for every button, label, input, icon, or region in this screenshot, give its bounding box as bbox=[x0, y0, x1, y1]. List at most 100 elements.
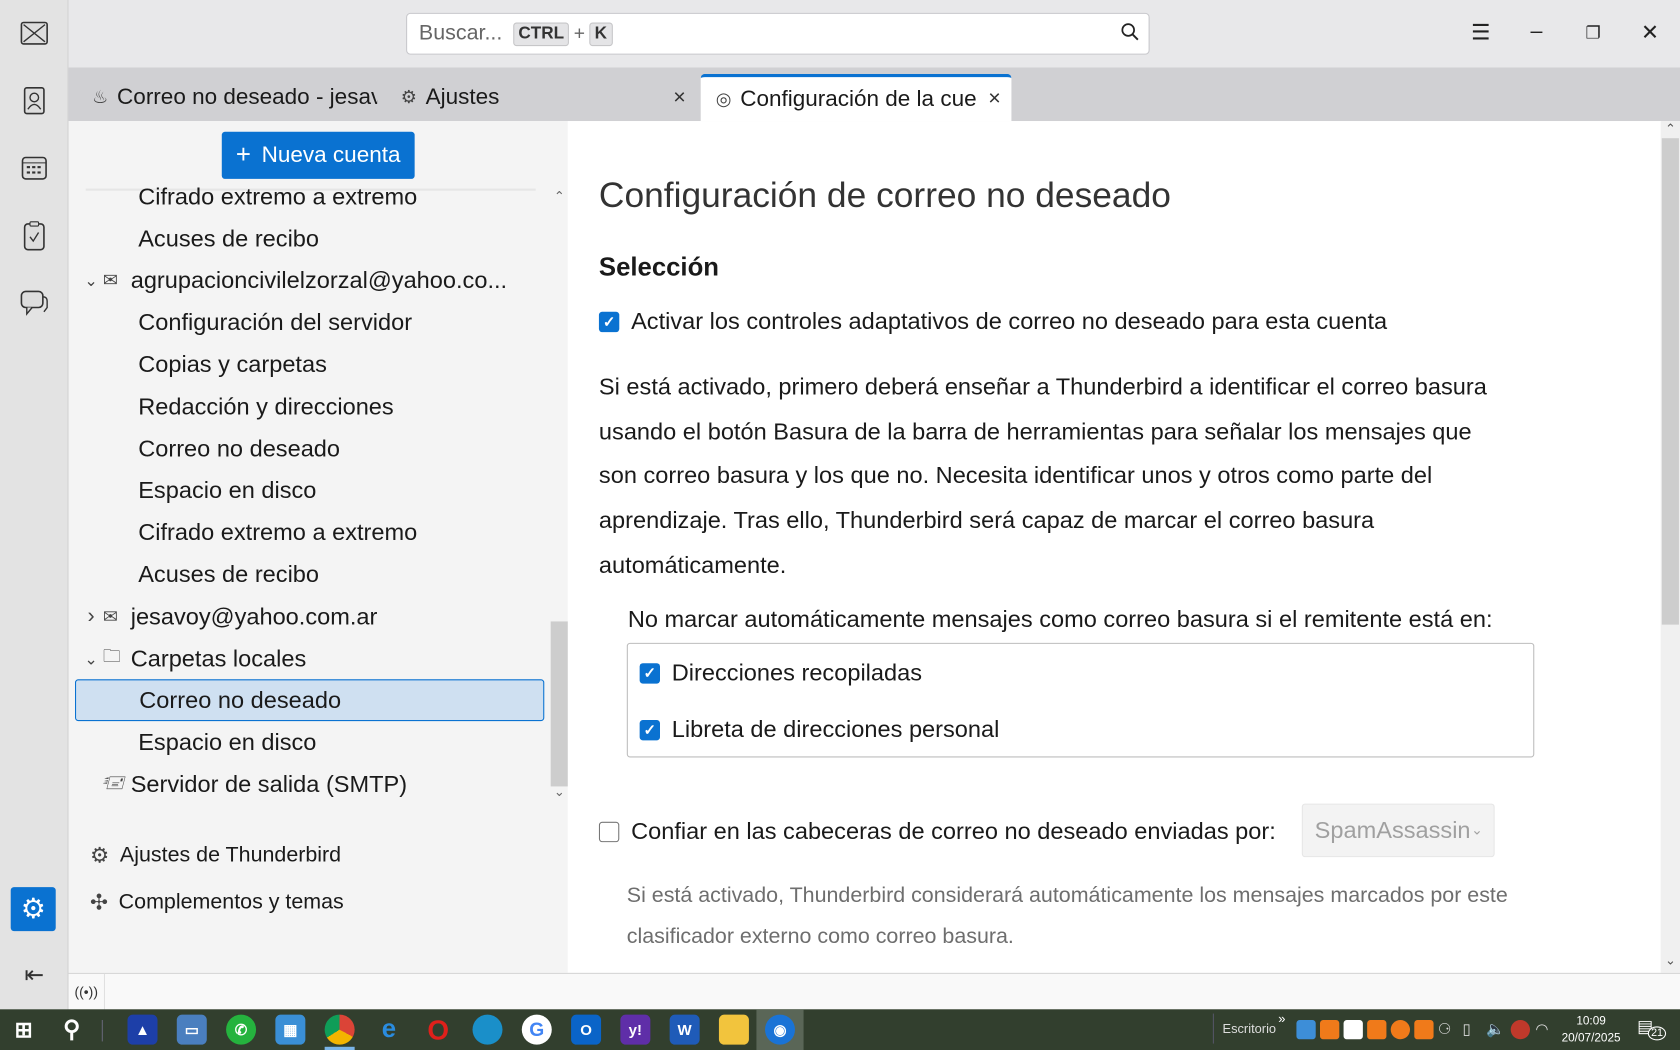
chevron-down-icon[interactable]: ⌄ bbox=[79, 271, 103, 290]
satellite-tray-icon[interactable]: ⚆ bbox=[1438, 1020, 1457, 1039]
spam-filter-select[interactable]: SpamAssassin ⌄ bbox=[1301, 803, 1495, 858]
tasks-icon[interactable] bbox=[18, 220, 50, 252]
scroll-down-icon[interactable]: ⌄ bbox=[554, 784, 565, 799]
close-tab-icon[interactable]: × bbox=[983, 86, 1001, 112]
checkbox-checked-icon[interactable]: ✓ bbox=[639, 662, 661, 684]
yahoo-app-icon[interactable]: y! bbox=[620, 1014, 651, 1045]
select-value: SpamAssassin bbox=[1314, 816, 1471, 844]
network-tray-icon[interactable] bbox=[1296, 1020, 1316, 1040]
toolbar-overflow-icon[interactable]: » bbox=[1278, 1011, 1285, 1026]
adaptive-junk-checkbox[interactable]: ✓ Activar los controles adaptativos de c… bbox=[598, 308, 1387, 336]
new-account-button[interactable]: + Nueva cuenta bbox=[221, 131, 415, 179]
plus-icon: + bbox=[235, 140, 251, 170]
vpn-tray-icon[interactable] bbox=[1320, 1020, 1340, 1040]
tree-subitem[interactable]: Correo no deseado bbox=[75, 679, 545, 722]
search-placeholder: Buscar... bbox=[418, 21, 503, 46]
whatsapp-app-icon[interactable]: ✆ bbox=[226, 1014, 257, 1045]
scanner-app-icon[interactable]: ▲ bbox=[127, 1014, 158, 1045]
tree-subitem[interactable]: Redacción y direcciones bbox=[138, 386, 394, 428]
tree-subitem[interactable]: Espacio en disco bbox=[138, 470, 316, 512]
tree-subitem[interactable]: Cifrado extremo a extremo bbox=[138, 512, 417, 554]
computer-app-icon[interactable]: ▭ bbox=[176, 1014, 207, 1045]
tree-subitem[interactable]: Acuses de recibo bbox=[138, 554, 319, 596]
addons-link[interactable]: ✣ Complementos y temas bbox=[90, 889, 344, 916]
scroll-up-icon[interactable]: ⌃ bbox=[554, 189, 565, 204]
tree-item-label: Copias y carpetas bbox=[138, 350, 327, 378]
settings-space-button[interactable]: ⚙ bbox=[10, 887, 56, 932]
main-scrollbar[interactable]: ⌃ ⌄ bbox=[1660, 121, 1680, 973]
tree-subitem[interactable]: Configuración del servidor bbox=[138, 302, 412, 344]
booster-tray-icon[interactable] bbox=[1414, 1020, 1434, 1040]
thunderbird-settings-link[interactable]: ⚙ Ajustes de Thunderbird bbox=[90, 842, 341, 869]
word-app-icon[interactable]: W bbox=[669, 1014, 700, 1045]
tab-account-settings[interactable]: ◎ Configuración de la cue × bbox=[700, 73, 1012, 122]
tree-item-label: Espacio en disco bbox=[138, 728, 317, 756]
outlook-app-icon[interactable]: O bbox=[571, 1014, 602, 1045]
scrollbar-thumb[interactable] bbox=[1661, 138, 1679, 625]
ccleaner-tray-icon[interactable] bbox=[1510, 1020, 1531, 1040]
clock[interactable]: 10:09 20/07/2025 bbox=[1559, 1013, 1623, 1047]
tab-ajustes[interactable]: ⚙ Ajustes × bbox=[386, 74, 697, 121]
tab-label: Correo no deseado - jesav bbox=[117, 84, 378, 110]
tree-item-label: Acuses de recibo bbox=[138, 560, 320, 588]
tab-junk-folder[interactable]: ♨ Correo no deseado - jesav bbox=[77, 74, 377, 121]
whitelist-collected-checkbox[interactable]: ✓ Direcciones recopiladas bbox=[639, 659, 922, 687]
checkbox-unchecked-icon[interactable] bbox=[598, 821, 620, 842]
checkbox-checked-icon[interactable]: ✓ bbox=[639, 719, 661, 740]
close-window-icon[interactable]: ✕ bbox=[1634, 19, 1666, 46]
tree-subitem[interactable]: Acuses de recibo bbox=[138, 218, 319, 260]
section-heading: Selección bbox=[598, 252, 719, 282]
folder-icon: 🗀 bbox=[102, 646, 122, 667]
address-book-icon[interactable] bbox=[18, 85, 50, 117]
chat-icon[interactable] bbox=[18, 287, 50, 319]
mail-account-icon: ✉ bbox=[102, 605, 119, 627]
edge-app-icon[interactable] bbox=[472, 1014, 503, 1045]
tree-account-item[interactable]: ⌄ 🗀 Carpetas locales bbox=[79, 638, 306, 680]
tree-account-item[interactable]: 🖅 Servidor de salida (SMTP) bbox=[79, 764, 407, 806]
online-status-icon[interactable]: ((•)) bbox=[69, 973, 106, 1010]
calendar-icon[interactable] bbox=[18, 152, 50, 184]
google-app-icon[interactable]: G bbox=[521, 1014, 552, 1045]
tree-subitem[interactable]: Correo no deseado bbox=[138, 428, 340, 470]
tree-subitem[interactable]: Copias y carpetas bbox=[138, 344, 327, 386]
mail-icon[interactable] bbox=[18, 17, 50, 49]
chrome-app-icon[interactable] bbox=[324, 1014, 355, 1045]
thunderbird-taskbar-active[interactable]: ◉ bbox=[756, 1009, 804, 1050]
notification-center-icon[interactable]: ▤ 21 bbox=[1637, 1016, 1667, 1044]
scrollbar-thumb[interactable] bbox=[550, 621, 568, 787]
avast-cleanup-tray-icon[interactable] bbox=[1390, 1020, 1411, 1040]
usb-tray-icon[interactable]: ▯ bbox=[1463, 1020, 1482, 1039]
trust-headers-checkbox[interactable]: Confiar en las cabeceras de correo no de… bbox=[598, 818, 1276, 846]
whitelist-personal-checkbox[interactable]: ✓ Libreta de direcciones personal bbox=[639, 716, 999, 744]
tree-scrollbar[interactable]: ⌃ ⌄ bbox=[550, 189, 568, 806]
file-explorer-app-icon[interactable] bbox=[718, 1014, 749, 1045]
chevron-down-icon[interactable]: ⌄ bbox=[79, 649, 103, 668]
scroll-up-icon[interactable]: ⌃ bbox=[1665, 121, 1676, 136]
start-icon[interactable]: ⊞ bbox=[9, 1015, 39, 1045]
search-icon[interactable]: ⚲ bbox=[57, 1015, 87, 1045]
wifi-icon[interactable]: ◠ bbox=[1535, 1020, 1554, 1039]
tree-item-label: agrupacioncivilelzorzal@yahoo.co... bbox=[130, 266, 508, 294]
avast-tray-icon[interactable] bbox=[1367, 1020, 1387, 1040]
tree-subitem[interactable]: Espacio en disco bbox=[138, 722, 316, 764]
control-panel-app-icon[interactable]: ▦ bbox=[275, 1014, 306, 1045]
security-tray-icon[interactable] bbox=[1343, 1020, 1363, 1040]
checkbox-checked-icon[interactable]: ✓ bbox=[598, 311, 620, 332]
collapse-sidebar-icon[interactable]: ⇤ bbox=[18, 959, 50, 991]
minimize-icon[interactable]: – bbox=[1520, 19, 1552, 44]
scroll-down-icon[interactable]: ⌄ bbox=[1665, 953, 1676, 968]
chevron-right-icon[interactable]: › bbox=[79, 604, 103, 629]
opera-app-icon[interactable]: O bbox=[423, 1013, 453, 1045]
tree-account-item[interactable]: › ✉ jesavoy@yahoo.com.ar bbox=[79, 596, 377, 638]
clock-date: 20/07/2025 bbox=[1561, 1031, 1621, 1045]
app-menu-icon[interactable]: ☰ bbox=[1465, 19, 1497, 46]
tree-account-item[interactable]: ⌄ ✉ agrupacioncivilelzorzal@yahoo.co... bbox=[79, 260, 507, 302]
tree-subitem[interactable]: Cifrado extremo a extremo bbox=[138, 180, 417, 218]
internet-explorer-app-icon[interactable]: e bbox=[374, 1015, 404, 1045]
search-input[interactable]: Buscar... CTRL + K bbox=[406, 12, 1150, 55]
close-tab-icon[interactable]: × bbox=[673, 85, 686, 110]
restore-icon[interactable]: ❐ bbox=[1577, 23, 1609, 44]
search-icon[interactable] bbox=[1121, 23, 1140, 49]
volume-icon[interactable]: 🔈 bbox=[1486, 1020, 1505, 1039]
desktop-toolbar-label[interactable]: Escritorio bbox=[1223, 1021, 1277, 1036]
